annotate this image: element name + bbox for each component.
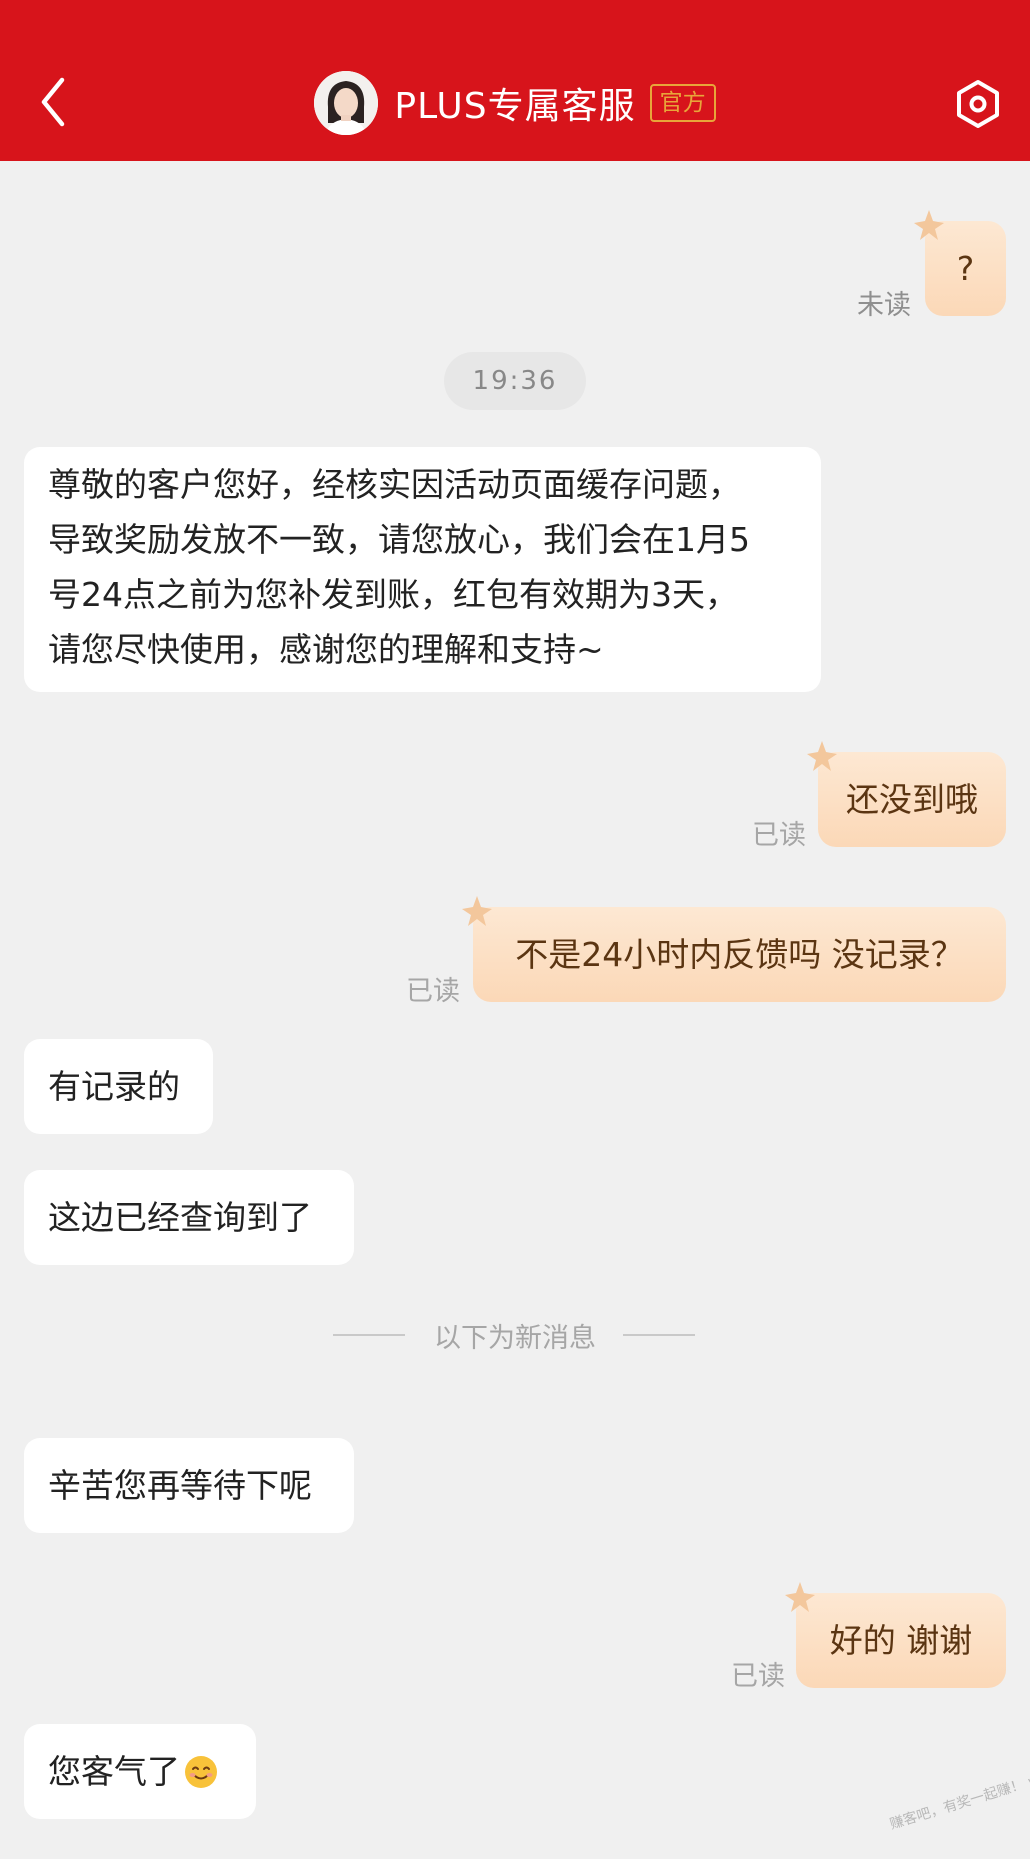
incoming-message[interactable]: 尊敬的客户您好，经核实因活动页面缓存问题， 导致奖励发放不一致，请您放心，我们会… [24,447,821,692]
message-line: 尊敬的客户您好，经核实因活动页面缓存问题， [48,465,741,504]
avatar-image [314,71,379,135]
watermark: 赚客吧，有奖一起赚！ www.zuanke8.com [887,1737,1030,1833]
chat-title: PLUS专属客服 [394,86,636,127]
incoming-message[interactable]: 您客气了 [24,1724,256,1819]
avatar[interactable] [314,71,379,135]
message-text: 还没到哦 [846,780,978,819]
smile-emoji-icon [185,1755,217,1788]
message-line: 导致奖励发放不一致，请您放心，我们会在1月5 [48,520,750,559]
divider-text: 以下为新消息 [434,1323,596,1354]
message-text: 辛苦您再等待下呢 [48,1466,312,1505]
incoming-message[interactable]: 辛苦您再等待下呢 [24,1438,354,1533]
incoming-message[interactable]: 这边已经查询到了 [24,1170,354,1265]
new-messages-divider: 以下为新消息 [0,1314,1030,1354]
message-text: ? [956,249,975,288]
chat-title-group: PLUS专属客服 官方 [0,70,1030,136]
chat-header: PLUS专属客服 官方 [0,0,1030,161]
settings-button[interactable] [952,78,1004,130]
divider-line [333,1334,405,1336]
message-text: 这边已经查询到了 [48,1198,312,1237]
outgoing-message[interactable]: 好的 谢谢 [796,1593,1006,1688]
message-text: 好的 谢谢 [829,1621,973,1660]
read-status: 未读 [857,290,911,321]
outgoing-message[interactable]: 不是24小时内反馈吗 没记录？ [473,907,1006,1002]
timestamp: 19:36 [444,352,586,410]
message-line: 请您尽快使用，感谢您的理解和支持~ [48,630,604,669]
message-text: 您客气了 [48,1752,180,1791]
message-line: 号24点之前为您补发到账，红包有效期为3天， [48,575,738,614]
star-icon [785,1582,815,1612]
read-status: 已读 [752,820,806,851]
read-status: 已读 [731,1661,785,1692]
read-status: 已读 [406,976,460,1007]
star-icon [914,210,944,240]
outgoing-message[interactable]: 还没到哦 [818,752,1006,847]
incoming-message[interactable]: 有记录的 [24,1039,213,1134]
settings-icon [957,80,999,128]
star-icon [462,896,492,926]
star-icon [807,741,837,771]
message-text: 有记录的 [48,1067,180,1106]
divider-line [623,1334,695,1336]
official-badge: 官方 [649,84,716,122]
message-text: 不是24小时内反馈吗 没记录？ [515,935,964,974]
